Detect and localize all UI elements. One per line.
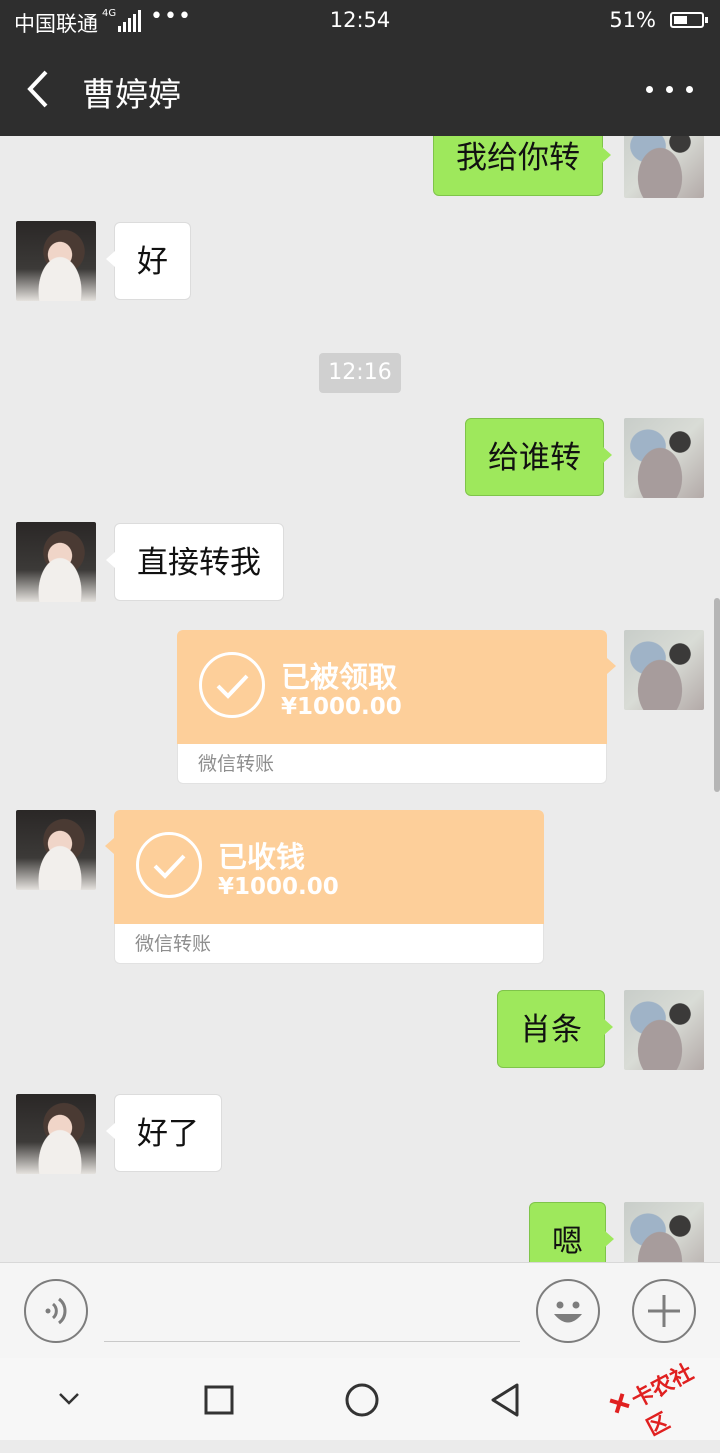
- message-list[interactable]: 我给你转 好 12:16 给谁转 直接转我 已被领取 ¥1000.00 微信转账…: [0, 136, 720, 1262]
- avatar-self[interactable]: [624, 136, 704, 198]
- message-timestamp: 12:16: [319, 353, 401, 393]
- message-bubble-outgoing[interactable]: 嗯: [529, 1202, 614, 1262]
- avatar-self[interactable]: [624, 418, 704, 498]
- message-input[interactable]: [104, 1341, 520, 1342]
- message-bubble-outgoing[interactable]: 给谁转: [465, 418, 612, 496]
- transfer-status: 已收钱: [218, 840, 306, 874]
- voice-icon[interactable]: [24, 1279, 88, 1343]
- avatar-self[interactable]: [624, 630, 704, 710]
- avatar-contact[interactable]: [16, 810, 96, 890]
- transfer-status: 已被领取: [281, 660, 398, 694]
- input-bar: [0, 1262, 720, 1359]
- message-bubble-incoming[interactable]: 好了: [106, 1094, 222, 1172]
- chat-title: 曹婷婷: [82, 75, 181, 114]
- status-bar: 中国联通 4G ••• 12:54 51%: [0, 0, 720, 42]
- square-icon[interactable]: [203, 1384, 235, 1416]
- avatar-contact[interactable]: [16, 1094, 96, 1174]
- transfer-card-outgoing[interactable]: 已被领取 ¥1000.00 微信转账: [177, 630, 616, 784]
- check-circle-icon: [199, 652, 265, 718]
- transfer-amount: ¥1000.00: [218, 874, 339, 900]
- chevron-down-icon[interactable]: [54, 1384, 84, 1414]
- battery-icon: [670, 12, 708, 28]
- plus-icon[interactable]: [632, 1279, 696, 1343]
- transfer-card-incoming[interactable]: 已收钱 ¥1000.00 微信转账: [105, 810, 544, 964]
- battery-percent: 51%: [609, 8, 656, 32]
- chat-header: 曹婷婷: [0, 42, 720, 136]
- message-bubble-incoming[interactable]: 直接转我: [106, 523, 284, 601]
- transfer-amount: ¥1000.00: [281, 694, 402, 720]
- emoji-icon[interactable]: [536, 1279, 600, 1343]
- avatar-contact[interactable]: [16, 221, 96, 301]
- more-dots-icon[interactable]: [646, 72, 696, 106]
- circle-icon[interactable]: [344, 1382, 380, 1418]
- transfer-label: 微信转账: [177, 744, 607, 784]
- scrollbar[interactable]: [714, 598, 720, 792]
- avatar-self[interactable]: [624, 1202, 704, 1262]
- message-bubble-outgoing[interactable]: 我给你转: [433, 136, 611, 196]
- check-circle-icon: [136, 832, 202, 898]
- chevron-left-icon[interactable]: [22, 68, 56, 110]
- message-bubble-incoming[interactable]: 好: [106, 222, 191, 300]
- avatar-contact[interactable]: [16, 522, 96, 602]
- triangle-back-icon[interactable]: [488, 1382, 522, 1418]
- transfer-label: 微信转账: [114, 924, 544, 964]
- avatar-self[interactable]: [624, 990, 704, 1070]
- message-bubble-outgoing[interactable]: 肖条: [497, 990, 613, 1068]
